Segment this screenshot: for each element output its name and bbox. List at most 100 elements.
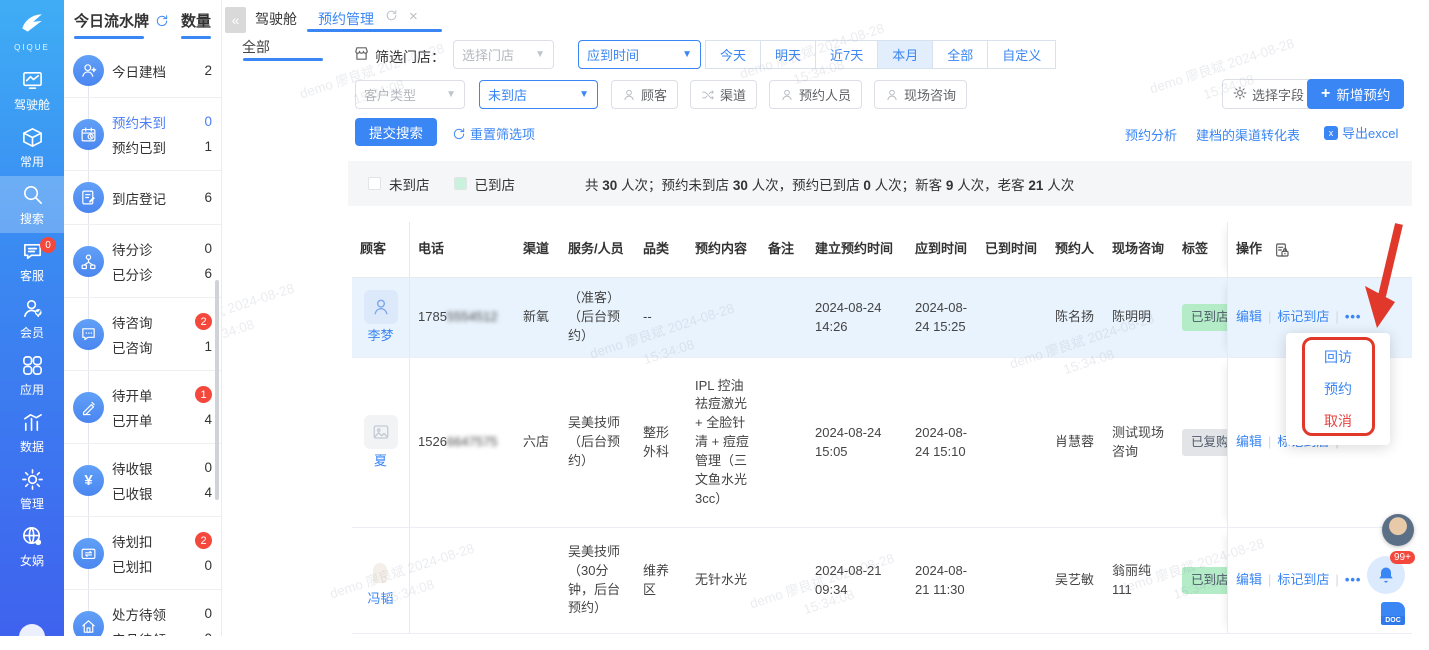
sub-tab-all[interactable]: 全部	[242, 37, 270, 57]
flow-row[interactable]: 处方待领0	[112, 601, 212, 626]
flow-row[interactable]: 待分诊0	[112, 236, 212, 261]
flow-row[interactable]: 已分诊6	[112, 261, 212, 286]
flow-row[interactable]: 已开单4	[112, 407, 212, 432]
logo-text: QIQUE	[14, 43, 50, 52]
rail-item-member[interactable]: 会员	[0, 290, 64, 347]
appointment-analysis-link[interactable]: 预约分析	[1125, 125, 1177, 144]
channel-conversion-link[interactable]: 建档的渠道转化表	[1196, 125, 1300, 144]
tag-cell: 已到店	[1174, 278, 1227, 357]
person-icon	[622, 88, 636, 102]
mark-arrived-action[interactable]: 标记到店	[1277, 571, 1329, 590]
store-select[interactable]: 选择门店▼	[453, 40, 554, 69]
choose-fields-button[interactable]: 选择字段	[1222, 79, 1315, 109]
more-actions-button[interactable]: •••	[1345, 571, 1362, 590]
cube-icon	[21, 126, 44, 149]
flow-row[interactable]: 产品待领0	[112, 626, 212, 636]
notification-badge: 99+	[1390, 551, 1415, 564]
reset-filters-link[interactable]: 重置筛选项	[452, 124, 535, 143]
more-actions-button[interactable]: •••	[1345, 308, 1362, 327]
flow-row[interactable]: 预约未到0	[112, 109, 212, 134]
customer-name[interactable]: 夏	[374, 452, 387, 471]
status-badge: 已复购	[1182, 429, 1227, 455]
arrived-time-cell	[977, 278, 1047, 357]
range-button-自定义[interactable]: 自定义	[987, 40, 1056, 69]
category-cell: --	[635, 278, 687, 357]
tab-close-icon[interactable]: ×	[409, 8, 418, 25]
arrived-time-cell	[977, 358, 1047, 527]
customer-name[interactable]: 冯韬	[367, 590, 393, 609]
plus-icon: +	[1321, 85, 1330, 103]
edit-action[interactable]: 编辑	[1236, 433, 1262, 452]
tag-cell: 已到店	[1174, 528, 1227, 633]
summary-text: 共 30 人次；预约未到店 30 人次，预约已到店 0 人次；新客 9 人次，老…	[585, 174, 1074, 194]
range-button-本月[interactable]: 本月	[877, 40, 933, 69]
customer-type-select[interactable]: 客户类型▼	[355, 80, 465, 109]
flow-row[interactable]: 待开单1	[112, 382, 212, 407]
edit-action[interactable]: 编辑	[1236, 571, 1262, 590]
flow-row[interactable]: 待收银0	[112, 455, 212, 480]
flow-label: 处方待领	[112, 604, 166, 624]
bar-chart-icon	[21, 411, 44, 434]
rail-item-manage[interactable]: 管理	[0, 461, 64, 518]
onsite-consult-cell: 翁丽纯111	[1104, 528, 1174, 633]
range-button-近7天[interactable]: 近7天	[815, 40, 878, 69]
flow-row[interactable]: 已划扣0	[112, 553, 212, 578]
menu-item-回访[interactable]: 回访	[1286, 341, 1390, 373]
rail-item-data[interactable]: 数据	[0, 404, 64, 461]
flow-row[interactable]: 待咨询2	[112, 309, 212, 334]
rail-item-dashboard[interactable]: 驾驶舱	[0, 62, 64, 119]
filter-chip-现场咨询[interactable]: 现场咨询	[874, 80, 967, 109]
lock-doc-icon[interactable]	[1274, 242, 1290, 258]
tab-dashboard[interactable]: 驾驶舱	[255, 9, 297, 29]
menu-item-预约[interactable]: 预约	[1286, 373, 1390, 405]
edit-action[interactable]: 编辑	[1236, 308, 1262, 327]
content-cell: 无针水光	[687, 528, 760, 633]
filter-chip-顾客[interactable]: 顾客	[611, 80, 678, 109]
category-cell: 整形外科	[635, 358, 687, 527]
flow-row[interactable]: 到店登记6	[112, 185, 212, 210]
appointments-table: 顾客电话渠道服务/人员品类预约内容备注建立预约时间应到时间已到时间预约人现场咨询…	[352, 222, 1412, 636]
alert-count-badge: 2	[195, 532, 212, 549]
panel-scrollbar[interactable]	[215, 280, 219, 500]
tab-refresh-icon[interactable]	[385, 9, 398, 25]
flow-row[interactable]: 今日建档2	[112, 58, 212, 83]
filter-chip-预约人员[interactable]: 预约人员	[769, 80, 862, 109]
range-button-明天[interactable]: 明天	[760, 40, 816, 69]
consult-icon	[73, 319, 104, 350]
range-button-今天[interactable]: 今天	[705, 40, 761, 69]
export-excel-link[interactable]: x 导出excel	[1324, 123, 1398, 142]
doc-shortcut-icon[interactable]: DOC	[1377, 602, 1409, 634]
refresh-icon[interactable]	[155, 14, 169, 28]
menu-item-取消[interactable]: 取消	[1286, 405, 1390, 437]
status-badge: 已到店	[1182, 304, 1227, 330]
cash-icon: ¥	[73, 465, 104, 496]
collapse-tabs-button[interactable]: «	[225, 7, 246, 33]
filter-chip-渠道[interactable]: 渠道	[690, 80, 757, 109]
table-row: 夏15266647575六店吴美技师（后台预约）整形外科IPL 控油祛痘激光 +…	[352, 358, 1412, 528]
customer-cell[interactable]: 冯韬	[352, 528, 410, 633]
due-time-select[interactable]: 应到时间▼	[578, 40, 701, 69]
customer-name[interactable]: 李梦	[367, 327, 393, 346]
customer-cell[interactable]: 李梦	[352, 278, 410, 357]
flow-row[interactable]: 已咨询1	[112, 334, 212, 359]
customer-cell[interactable]: 夏	[352, 358, 410, 527]
content-cell: IPL 控油祛痘激光 + 全脸针清 + 痘痘管理（三文鱼水光3cc）	[687, 358, 760, 527]
rail-item-service[interactable]: 客服0	[0, 233, 64, 290]
flow-label: 已划扣	[112, 556, 153, 576]
flow-row[interactable]: 预约已到1	[112, 134, 212, 159]
submit-search-button[interactable]: 提交搜索	[355, 118, 437, 146]
flow-row[interactable]: 待划扣2	[112, 528, 212, 553]
flow-row[interactable]: 已收银4	[112, 480, 212, 505]
assistant-avatar[interactable]	[1382, 514, 1414, 546]
range-button-全部[interactable]: 全部	[932, 40, 988, 69]
tab-appointment-management[interactable]: 预约管理	[318, 9, 374, 29]
rail-item-common[interactable]: 常用	[0, 119, 64, 176]
sub-tab-underline	[243, 58, 323, 61]
mark-arrived-action[interactable]: 标记到店	[1277, 308, 1329, 327]
visit-status-select[interactable]: 未到店▼	[479, 80, 598, 109]
rail-item-search[interactable]: 搜索	[0, 176, 64, 233]
dispense-icon	[73, 611, 104, 637]
new-appointment-button[interactable]: + 新增预约	[1307, 79, 1404, 109]
rail-item-nuwa[interactable]: 女娲	[0, 518, 64, 575]
rail-item-apps[interactable]: 应用	[0, 347, 64, 404]
